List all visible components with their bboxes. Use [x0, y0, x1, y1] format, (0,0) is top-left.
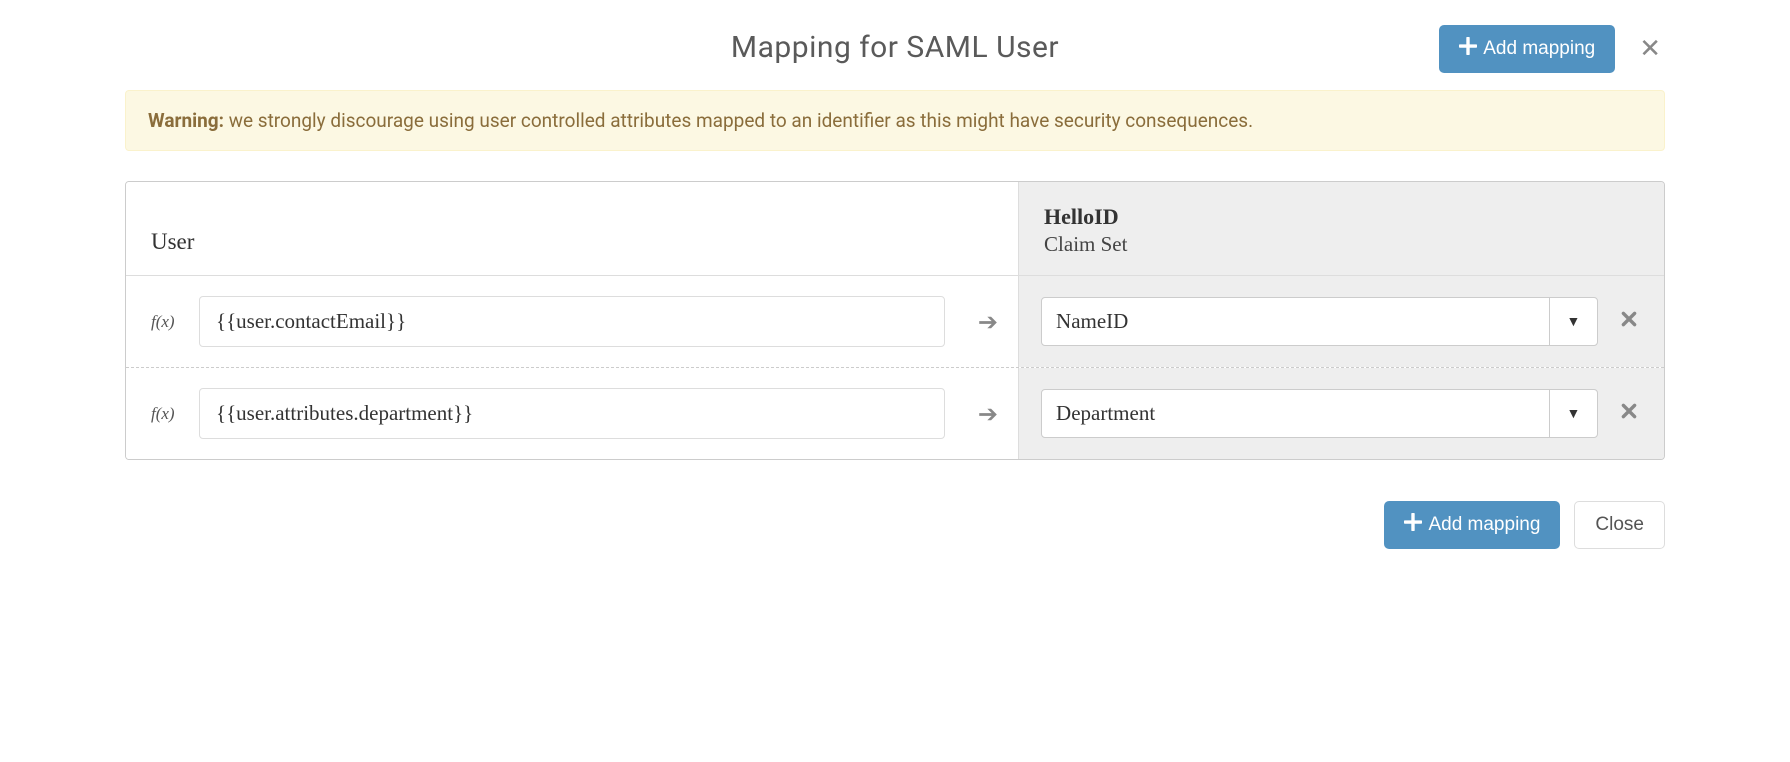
fx-label[interactable]: f(x) [151, 312, 181, 332]
source-input[interactable] [199, 296, 945, 347]
row-source-cell: f(x) ➔ [126, 368, 1018, 459]
row-target-cell: NameID ▼ [1018, 276, 1664, 367]
add-mapping-label: Add mapping [1428, 514, 1540, 536]
modal-header: Mapping for SAML User Add mapping ✕ [125, 20, 1665, 90]
chevron-down-icon: ▼ [1549, 298, 1597, 345]
warning-alert: Warning: we strongly discourage using us… [125, 90, 1665, 151]
arrow-right-icon: ➔ [963, 308, 998, 336]
delete-row-icon[interactable] [1616, 401, 1642, 426]
plus-icon [1459, 37, 1477, 61]
mapping-modal: Mapping for SAML User Add mapping ✕ Warn… [125, 20, 1665, 549]
add-mapping-button-bottom[interactable]: Add mapping [1384, 501, 1560, 549]
target-select-value: NameID [1042, 298, 1549, 345]
add-mapping-label: Add mapping [1483, 38, 1595, 60]
target-select[interactable]: NameID ▼ [1041, 297, 1598, 346]
user-column-label: User [151, 229, 194, 255]
fx-label[interactable]: f(x) [151, 404, 181, 424]
warning-prefix: Warning: [148, 109, 224, 132]
mapping-table: User HelloID Claim Set f(x) ➔ NameID ▼ [125, 181, 1665, 460]
target-select-value: Department [1042, 390, 1549, 437]
row-target-cell: Department ▼ [1018, 368, 1664, 459]
close-label: Close [1595, 514, 1644, 536]
target-select[interactable]: Department ▼ [1041, 389, 1598, 438]
close-icon[interactable]: ✕ [1635, 36, 1665, 62]
row-source-cell: f(x) ➔ [126, 276, 1018, 367]
warning-text: we strongly discourage using user contro… [224, 109, 1253, 132]
table-row: f(x) ➔ NameID ▼ [126, 276, 1664, 367]
add-mapping-button-top[interactable]: Add mapping [1439, 25, 1615, 73]
mapping-table-header: User HelloID Claim Set [126, 182, 1664, 276]
header-actions: Add mapping ✕ [1439, 25, 1665, 73]
chevron-down-icon: ▼ [1549, 390, 1597, 437]
delete-row-icon[interactable] [1616, 309, 1642, 334]
modal-footer: Add mapping Close [125, 495, 1665, 549]
claimset-title: HelloID [1044, 204, 1639, 230]
table-row: f(x) ➔ Department ▼ [126, 367, 1664, 459]
plus-icon [1404, 513, 1422, 537]
header-cell-user: User [126, 182, 1018, 276]
claimset-subtitle: Claim Set [1044, 232, 1639, 257]
arrow-right-icon: ➔ [963, 400, 998, 428]
header-cell-claimset: HelloID Claim Set [1018, 182, 1664, 276]
close-button[interactable]: Close [1574, 501, 1665, 549]
source-input[interactable] [199, 388, 945, 439]
modal-title: Mapping for SAML User [731, 30, 1059, 65]
